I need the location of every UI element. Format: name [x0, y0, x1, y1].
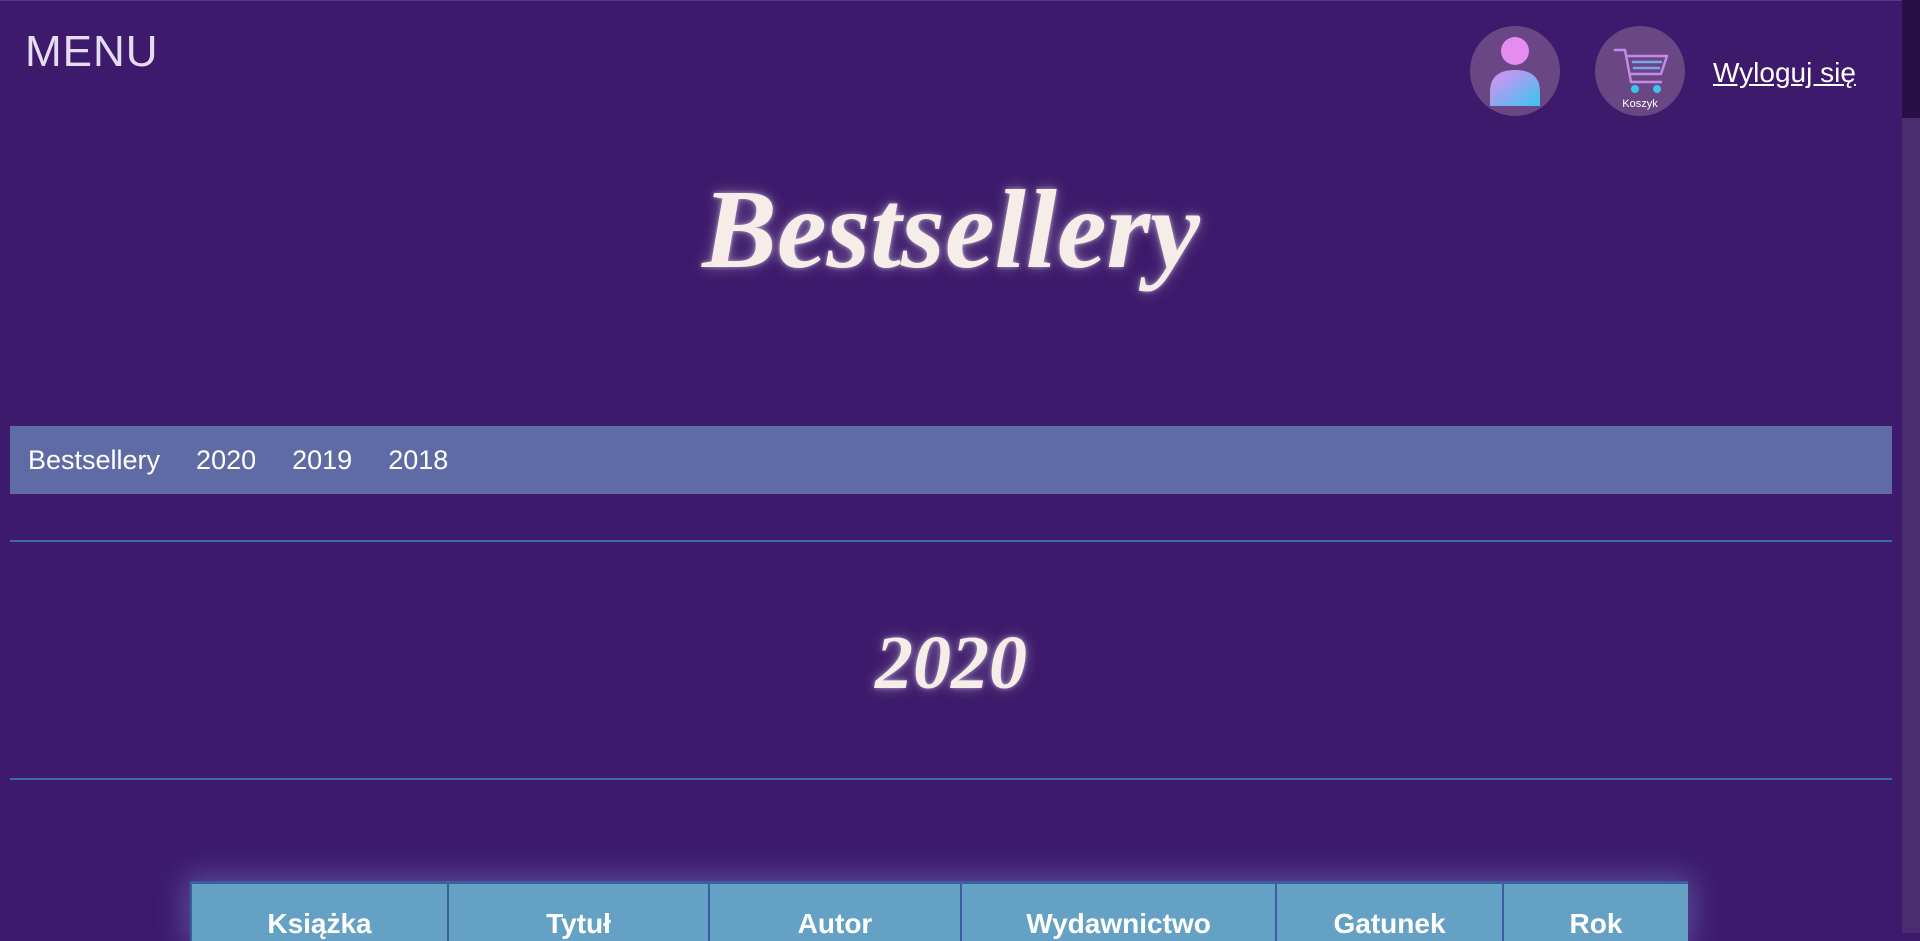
column-header-title: Tytuł [448, 883, 709, 941]
divider-bottom [10, 778, 1892, 780]
user-avatar-icon [1470, 26, 1560, 116]
nav-item-2018[interactable]: 2018 [388, 445, 448, 476]
column-header-book: Książka [191, 883, 448, 941]
cart-caption: Koszyk [1595, 98, 1685, 110]
nav-item-2020[interactable]: 2020 [196, 445, 256, 476]
column-header-publisher: Wydawnictwo [961, 883, 1276, 941]
menu-button[interactable]: MENU [25, 26, 159, 78]
profile-button[interactable] [1470, 26, 1560, 116]
nav-item-bestsellery[interactable]: Bestsellery [28, 445, 160, 476]
scrollbar-track[interactable] [1902, 0, 1920, 933]
divider-top [10, 540, 1892, 542]
top-border [0, 0, 1920, 1]
year-heading: 2020 [0, 618, 1902, 708]
column-header-genre: Gatunek [1276, 883, 1503, 941]
cart-button[interactable]: Koszyk [1595, 26, 1685, 116]
table-header-row: Książka Tytuł Autor Wydawnictwo Gatunek … [191, 883, 1688, 941]
bestsellers-table: Książka Tytuł Autor Wydawnictwo Gatunek … [190, 881, 1688, 941]
scrollbar-thumb[interactable] [1902, 0, 1920, 118]
category-navbar: Bestsellery 2020 2019 2018 [10, 426, 1892, 494]
page-title: Bestsellery [0, 165, 1902, 295]
column-header-author: Autor [709, 883, 961, 941]
logout-link[interactable]: Wyloguj się [1713, 55, 1856, 91]
column-header-year: Rok [1503, 883, 1688, 941]
nav-item-2019[interactable]: 2019 [292, 445, 352, 476]
